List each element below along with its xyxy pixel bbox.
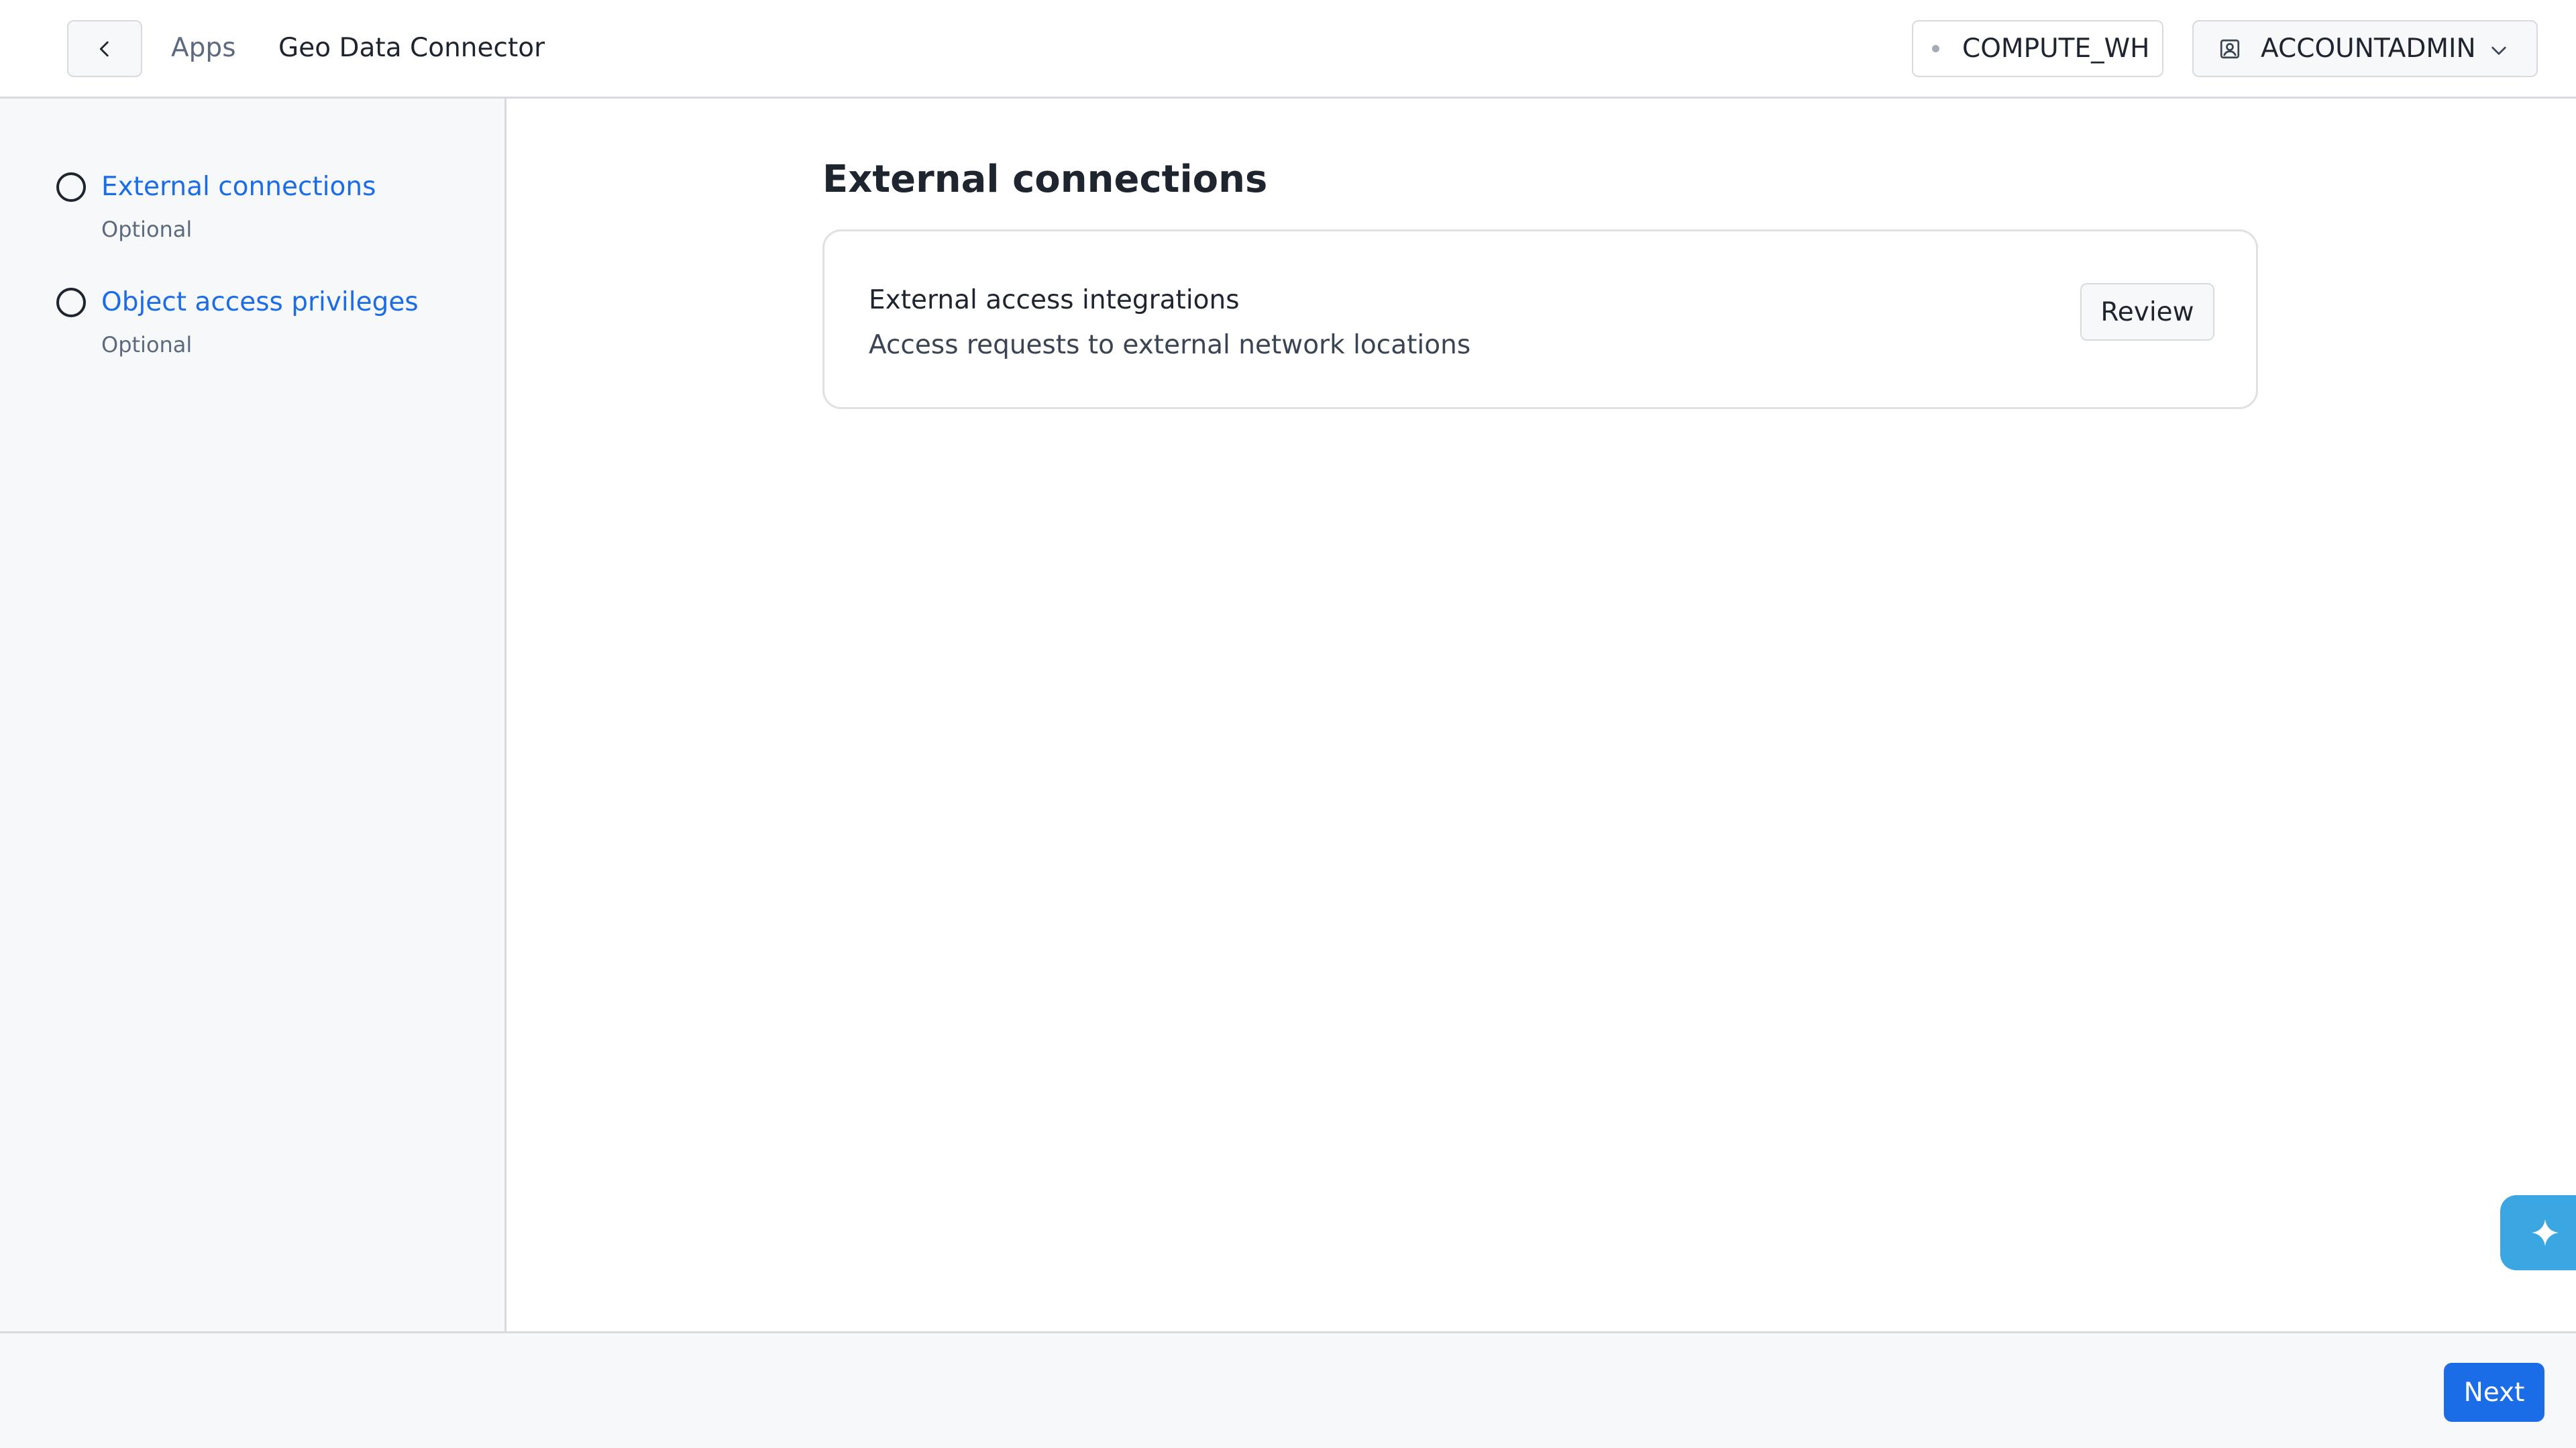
chevron-left-icon bbox=[93, 38, 116, 60]
chevron-down-icon bbox=[2488, 40, 2510, 61]
external-access-card: External access integrations Access requ… bbox=[822, 229, 2258, 409]
warehouse-label: COMPUTE_WH bbox=[1962, 34, 2150, 64]
back-button[interactable] bbox=[67, 20, 142, 77]
role-selector[interactable]: ACCOUNTADMIN bbox=[2192, 20, 2538, 77]
step-circle-icon bbox=[56, 172, 86, 202]
step-subtitle: Optional bbox=[101, 217, 193, 242]
card-description: Access requests to external network loca… bbox=[869, 330, 1471, 360]
steps-sidebar: External connections Optional Object acc… bbox=[0, 99, 506, 1331]
assistant-button[interactable] bbox=[2500, 1195, 2576, 1270]
step-circle-icon bbox=[56, 288, 86, 317]
footer-bar: Next bbox=[0, 1331, 2576, 1448]
breadcrumb-apps[interactable]: Apps bbox=[171, 32, 236, 65]
page-title: External connections bbox=[822, 158, 1268, 201]
breadcrumb-current: Geo Data Connector bbox=[278, 33, 545, 63]
warehouse-selector[interactable]: COMPUTE_WH bbox=[1912, 20, 2163, 77]
status-dot-icon bbox=[1932, 45, 1939, 52]
user-badge-icon bbox=[2218, 37, 2242, 61]
role-label: ACCOUNTADMIN bbox=[2261, 34, 2476, 64]
card-title: External access integrations bbox=[869, 285, 1240, 315]
next-button[interactable]: Next bbox=[2444, 1363, 2544, 1422]
top-header: Apps Geo Data Connector COMPUTE_WH ACCOU… bbox=[0, 0, 2576, 99]
step-title[interactable]: Object access privileges bbox=[101, 284, 419, 321]
review-button[interactable]: Review bbox=[2080, 283, 2214, 341]
step-subtitle: Optional bbox=[101, 332, 193, 357]
sparkle-icon bbox=[2530, 1217, 2561, 1248]
step-title[interactable]: External connections bbox=[101, 168, 376, 206]
